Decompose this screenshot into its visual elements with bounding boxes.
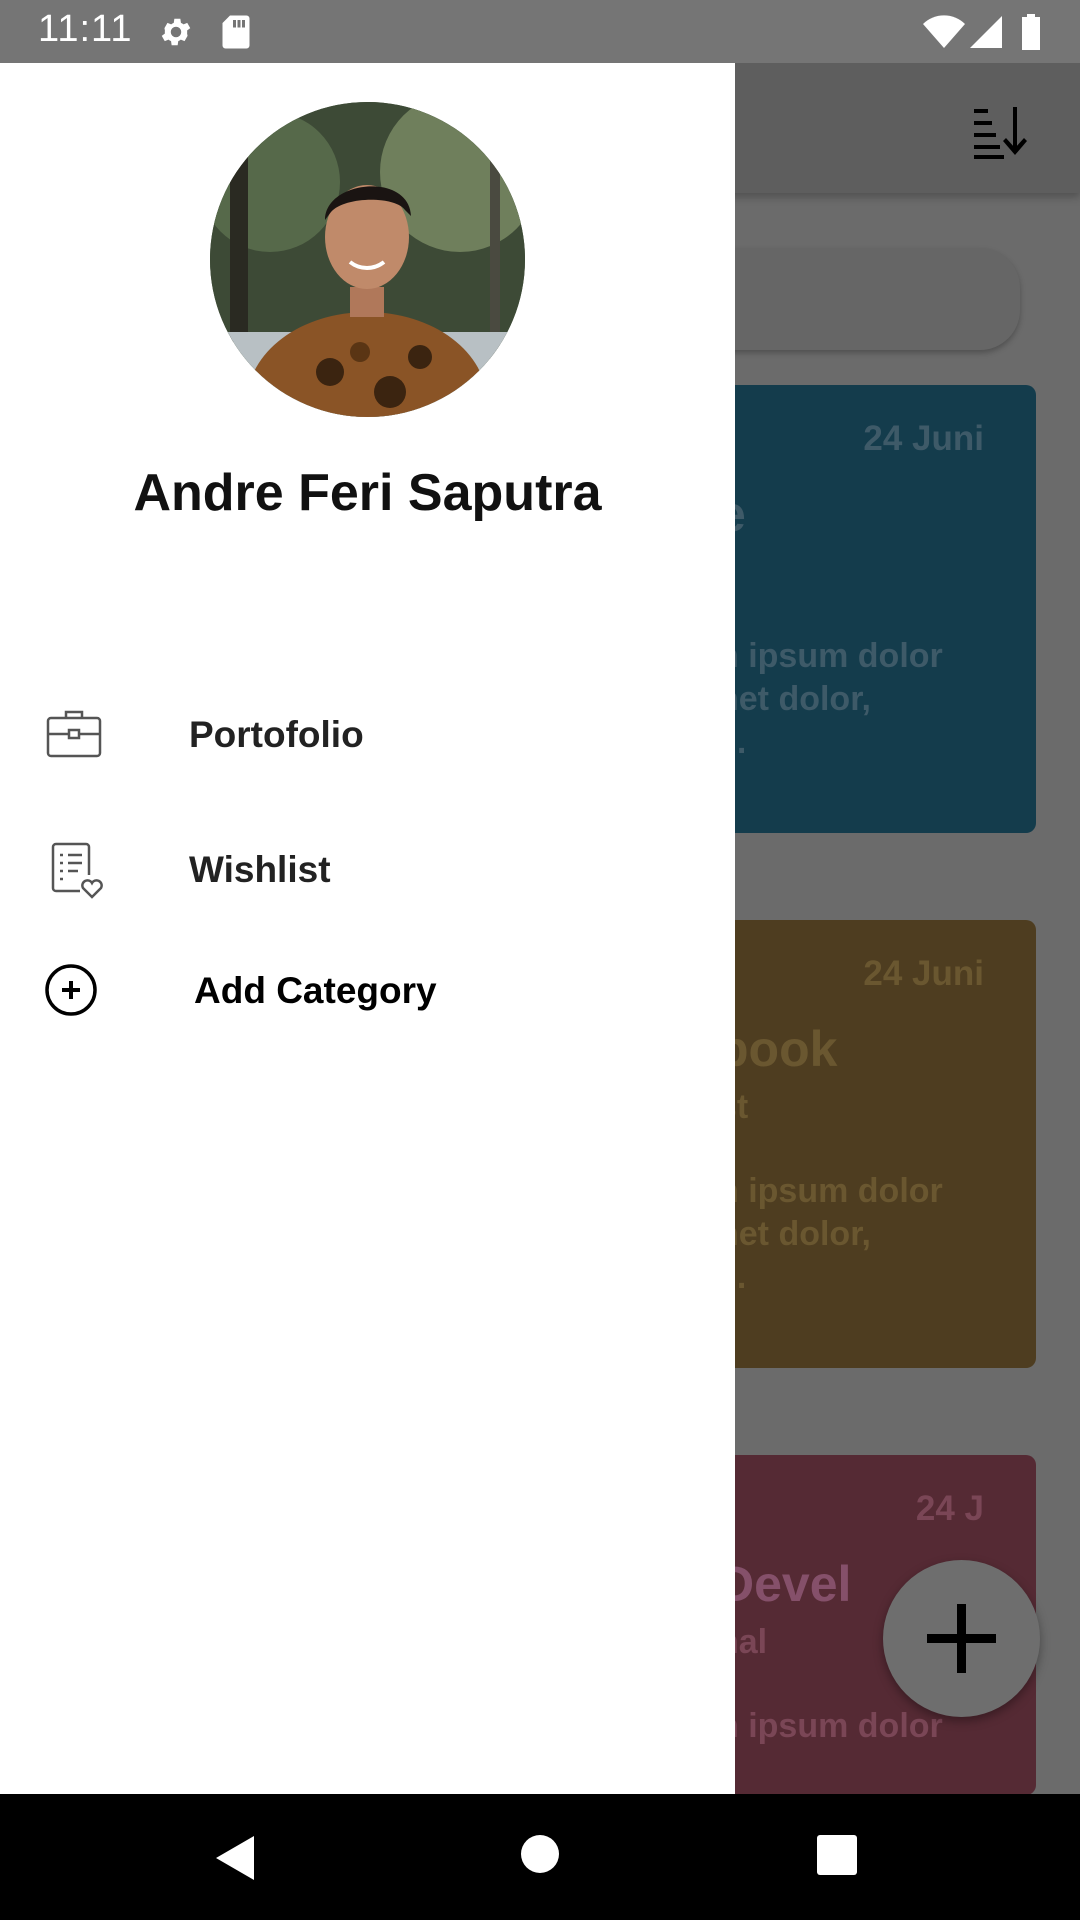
note-card[interactable]: 24 Juni e n ipsum dolor net dolor, ...: [690, 385, 1036, 833]
menu-item-portofolio[interactable]: Portofolio: [0, 686, 735, 786]
note-body: n ipsum dolor: [718, 1707, 943, 1745]
add-circle-icon: [44, 960, 104, 1020]
wifi-icon: [922, 14, 966, 55]
status-time: 11:11: [38, 8, 133, 50]
avatar[interactable]: [210, 102, 525, 417]
note-body: n ipsum dolor net dolor, ...: [718, 1172, 943, 1296]
note-card[interactable]: 24 Juni book st n ipsum dolor net dolor,…: [690, 920, 1036, 1368]
search-bar[interactable]: [690, 248, 1020, 350]
plus-icon: [927, 1604, 996, 1673]
add-note-button[interactable]: [883, 1560, 1040, 1717]
menu-item-add-category[interactable]: Add Category: [0, 942, 735, 1042]
system-nav-bar: [0, 1794, 1080, 1920]
menu-label: Wishlist: [189, 849, 331, 890]
briefcase-icon: [44, 704, 104, 764]
battery-icon: [1020, 14, 1042, 55]
note-title: book: [718, 1021, 838, 1077]
settings-icon: [158, 14, 194, 55]
menu-item-wishlist[interactable]: Wishlist: [0, 821, 735, 921]
sd-card-icon: [220, 14, 252, 55]
recents-icon[interactable]: [816, 1834, 858, 1881]
wishlist-icon: [44, 839, 104, 899]
back-icon[interactable]: [214, 1834, 258, 1887]
note-body: n ipsum dolor net dolor, ...: [718, 637, 943, 761]
menu-label: Add Category: [194, 970, 437, 1011]
profile-name: Andre Feri Saputra: [133, 464, 602, 522]
navigation-drawer: Andre Feri Saputra Portofolio Wishlist A…: [0, 63, 735, 1794]
status-bar: 11:11: [0, 0, 1080, 63]
menu-label: Portofolio: [189, 714, 364, 755]
home-icon[interactable]: [520, 1834, 560, 1879]
note-date: 24 J: [915, 1489, 984, 1528]
sort-descending-icon[interactable]: [968, 101, 1032, 165]
note-date: 24 Juni: [863, 954, 984, 993]
note-title: Devel: [718, 1556, 852, 1612]
signal-icon: [968, 14, 1004, 55]
note-date: 24 Juni: [863, 419, 984, 458]
